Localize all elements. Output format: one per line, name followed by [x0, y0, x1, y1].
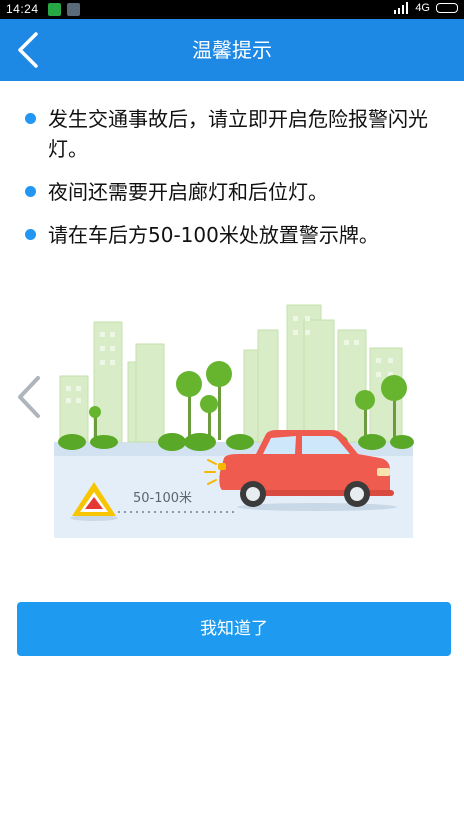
signal-icon: [394, 2, 409, 14]
notification-message-icon: [67, 3, 80, 16]
status-bar: 14:24 4G: [0, 0, 464, 19]
bullet-icon: [25, 113, 36, 124]
bullet-icon: [25, 186, 36, 197]
city-road-scene: 50-100米: [54, 304, 414, 538]
confirm-button[interactable]: 我知道了: [17, 602, 451, 656]
chevron-left-icon: [18, 376, 40, 418]
tip-item: 夜间还需要开启廊灯和后位灯。: [22, 177, 460, 207]
distance-label: 50-100米: [133, 491, 192, 506]
warning-illustration: 50-100米: [12, 300, 452, 542]
tip-text: 发生交通事故后，请立即开启危险报警闪光灯。: [48, 107, 428, 161]
tips-list: 发生交通事故后，请立即开启危险报警闪光灯。 夜间还需要开启廊灯和后位灯。 请在车…: [22, 104, 460, 263]
status-time: 14:24: [6, 2, 39, 16]
network-type: 4G: [415, 2, 430, 14]
notification-app-icon: [48, 3, 61, 16]
tip-item: 发生交通事故后，请立即开启危险报警闪光灯。: [22, 104, 460, 164]
title-bar: 温馨提示: [0, 19, 464, 81]
tip-text: 夜间还需要开启廊灯和后位灯。: [48, 180, 328, 204]
tip-item: 请在车后方50-100米处放置警示牌。: [22, 220, 460, 250]
bullet-icon: [25, 229, 36, 240]
previous-image-button[interactable]: [12, 372, 48, 422]
page-title: 温馨提示: [192, 38, 272, 62]
tip-text: 请在车后方50-100米处放置警示牌。: [48, 223, 379, 247]
battery-icon: [436, 3, 458, 13]
